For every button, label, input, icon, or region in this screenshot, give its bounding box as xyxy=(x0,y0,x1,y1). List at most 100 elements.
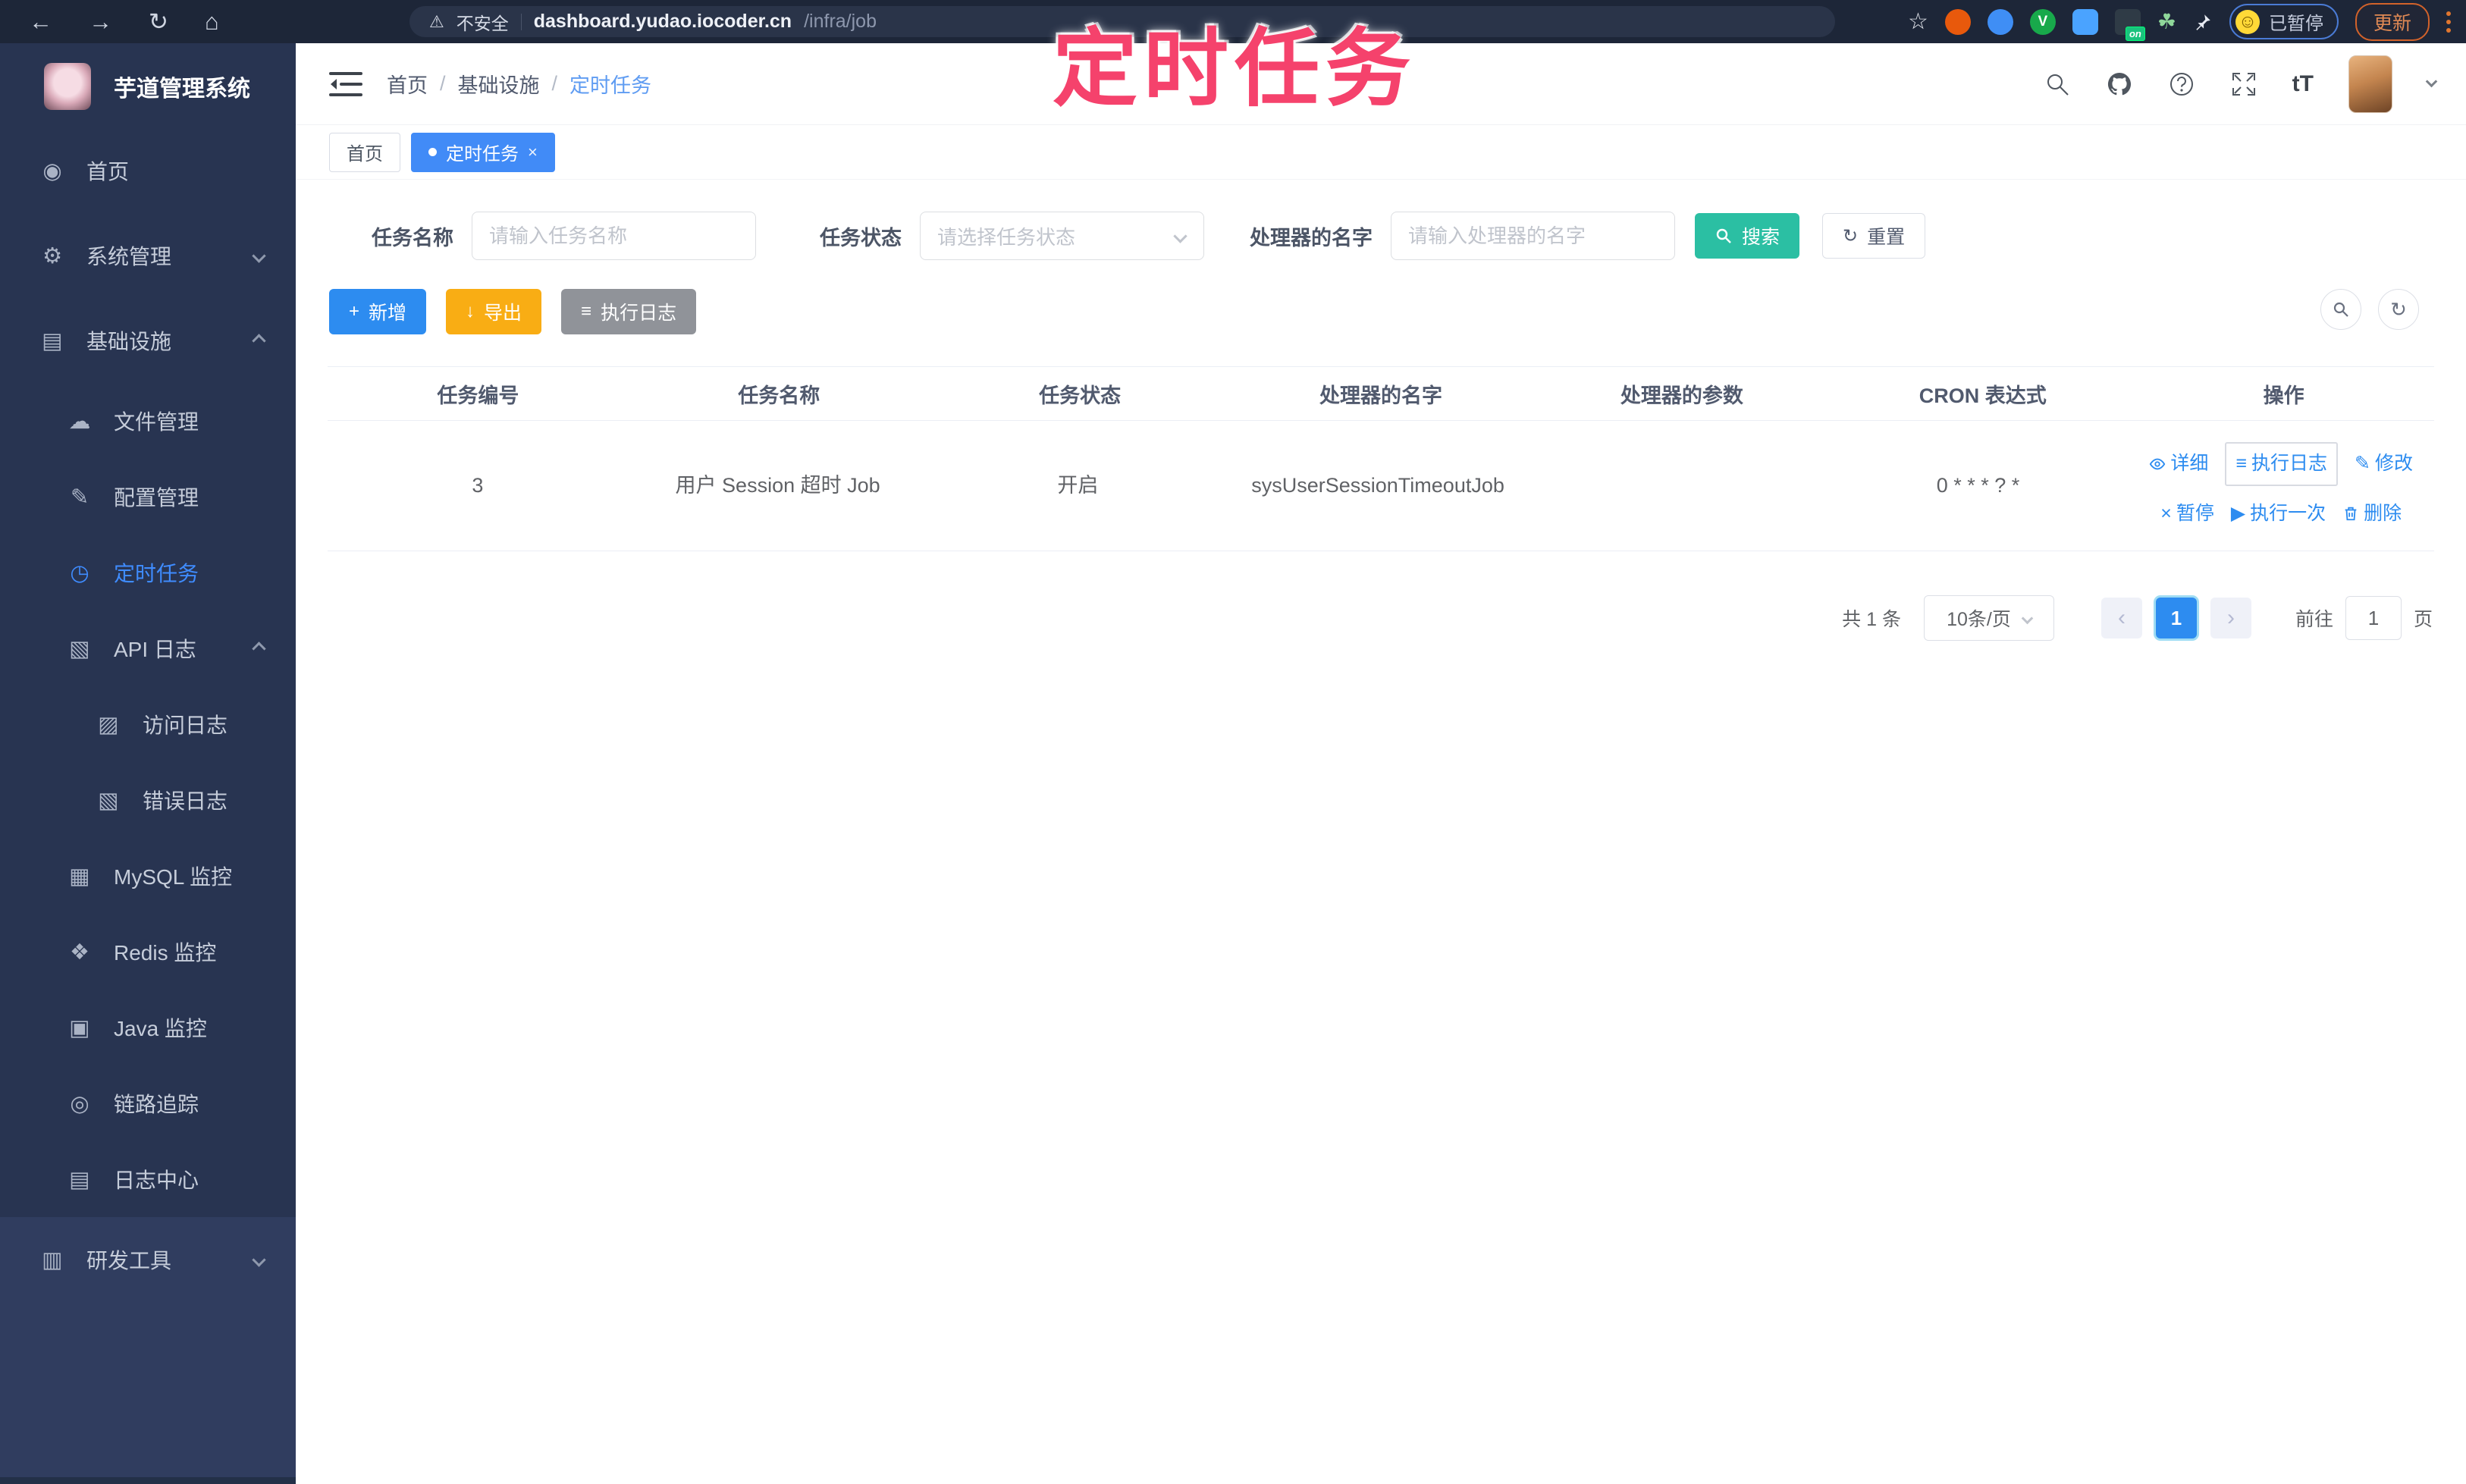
avatar-caret-icon[interactable] xyxy=(2425,75,2438,88)
exec-log-button[interactable]: ≡ 执行日志 xyxy=(561,289,697,334)
op-label: 暂停 xyxy=(2176,502,2214,524)
sidebar-item-label: 定时任务 xyxy=(114,562,199,585)
chevron-up-icon xyxy=(252,641,266,656)
breadcrumb-home[interactable]: 首页 xyxy=(387,69,428,99)
on-badge: on xyxy=(2125,26,2145,41)
breadcrumb-infrastructure[interactable]: 基础设施 xyxy=(458,69,540,99)
github-icon[interactable] xyxy=(2106,71,2133,98)
sidebar-item-system-mgmt[interactable]: ⚙ 系统管理 xyxy=(0,213,296,298)
handler-name-label: 处理器的名字 xyxy=(1250,226,1373,249)
browser-menu-icon[interactable] xyxy=(2446,11,2451,33)
add-button[interactable]: + 新增 xyxy=(329,289,427,334)
toggle-search-button[interactable] xyxy=(2320,289,2361,330)
update-button[interactable]: 更新 xyxy=(2355,2,2430,41)
app-logo[interactable]: 芋道管理系统 xyxy=(0,43,296,110)
exec-log-link[interactable]: ≡ 执行日志 xyxy=(2225,442,2339,486)
sidebar-item-log-center[interactable]: ▤ 日志中心 xyxy=(0,1141,296,1217)
handler-name-input[interactable] xyxy=(1391,212,1675,260)
active-dot-icon xyxy=(428,148,437,156)
col-cron: CRON 表达式 xyxy=(1919,384,2047,407)
op-label: 详细 xyxy=(2170,453,2209,475)
chevron-down-icon xyxy=(2021,612,2034,624)
user-avatar[interactable] xyxy=(2348,55,2392,113)
extension-orange-icon[interactable] xyxy=(1944,8,1971,35)
fullscreen-icon[interactable] xyxy=(2230,71,2257,98)
task-name-label: 任务名称 xyxy=(372,226,453,249)
sidebar-item-scheduled-tasks[interactable]: ◷ 定时任务 xyxy=(0,535,296,610)
page-unit-label: 页 xyxy=(2413,609,2433,630)
task-status-select[interactable]: 请选择任务状态 xyxy=(920,212,1204,260)
export-button[interactable]: ↓ 导出 xyxy=(446,289,542,334)
refresh-table-button[interactable]: ↻ xyxy=(2378,289,2419,330)
sidebar-item-label: 文件管理 xyxy=(114,410,199,434)
profile-paused-badge[interactable]: ☺ 已暂停 xyxy=(2229,4,2339,39)
sidebar-item-access-logs[interactable]: ▨ 访问日志 xyxy=(0,686,296,762)
pin-icon[interactable] xyxy=(2193,12,2213,32)
sidebar-item-label: 基础设施 xyxy=(86,330,172,353)
extension-green-icon[interactable]: V xyxy=(2029,8,2056,35)
table-toolbar: + 新增 ↓ 导出 ≡ 执行日志 ↻ xyxy=(296,289,2466,334)
help-icon[interactable] xyxy=(2168,71,2195,98)
timer-icon: ◷ xyxy=(70,560,89,585)
sidebar-item-config-mgmt[interactable]: ✎ 配置管理 xyxy=(0,459,296,535)
edit-link[interactable]: ✎ 修改 xyxy=(2355,448,2413,479)
total-count: 共 1 条 xyxy=(1842,609,1901,630)
emoji-face-icon: ☺ xyxy=(2235,9,2260,34)
jobs-table: 任务编号 任务名称 任务状态 处理器的名字 处理器的参数 CRON 表达式 操作… xyxy=(328,366,2434,551)
forward-icon[interactable]: → xyxy=(89,0,112,43)
sidebar-item-mysql-monitor[interactable]: ▦ MySQL 监控 xyxy=(0,838,296,914)
reset-button[interactable]: ↻ 重置 xyxy=(1822,213,1926,259)
page-size-select[interactable]: 10条/页 xyxy=(1923,595,2054,641)
sidebar-item-infrastructure[interactable]: ▤ 基础设施 xyxy=(0,298,296,383)
sidebar-item-link-tracing[interactable]: ◎ 链路追踪 xyxy=(0,1065,296,1141)
page-1-button[interactable]: 1 xyxy=(2155,598,2197,638)
sidebar: 芋道管理系统 ◉ 首页 ⚙ 系统管理 ▤ 基础设施 ☁ 文件管理 ✎ 配置管理 … xyxy=(0,43,296,1484)
font-size-icon[interactable]: tT xyxy=(2292,71,2314,97)
close-icon[interactable]: × xyxy=(528,143,538,162)
sidebar-item-label: 链路追踪 xyxy=(114,1093,199,1116)
extension-switch-icon[interactable]: on xyxy=(2114,8,2145,41)
toolbar-right-actions: ↻ xyxy=(2320,289,2419,330)
sidebar-item-java-monitor[interactable]: ▣ Java 监控 xyxy=(0,990,296,1065)
bookmark-star-icon[interactable]: ☆ xyxy=(1908,8,1928,35)
goto-page-input[interactable] xyxy=(2345,596,2402,640)
breadcrumb-separator: / xyxy=(440,72,446,95)
next-page-button[interactable]: › xyxy=(2210,598,2251,638)
task-name-input[interactable] xyxy=(472,212,756,260)
sidebar-item-dev-tools[interactable]: ▥ 研发工具 xyxy=(0,1217,296,1302)
sidebar-item-file-mgmt[interactable]: ☁ 文件管理 xyxy=(0,383,296,459)
extensions-area: ☆ V on ☘ ☺ 已暂停 更新 xyxy=(1908,0,2455,43)
chevron-down-icon xyxy=(1173,228,1188,243)
tab-scheduled-tasks[interactable]: 定时任务 × xyxy=(411,132,555,172)
sidebar-item-redis-monitor[interactable]: ❖ Redis 监控 xyxy=(0,914,296,990)
url-path: /infra/job xyxy=(804,11,877,32)
search-icon[interactable] xyxy=(2044,71,2071,98)
home-icon[interactable]: ⌂ xyxy=(205,0,219,43)
search-icon xyxy=(2333,302,2348,317)
delete-link[interactable]: 删除 xyxy=(2342,498,2402,529)
run-once-link[interactable]: ▶ 执行一次 xyxy=(2231,498,2326,529)
extension-leaf-icon[interactable]: ☘ xyxy=(2157,9,2176,34)
sidebar-item-home[interactable]: ◉ 首页 xyxy=(0,128,296,213)
prev-page-button[interactable]: ‹ xyxy=(2100,598,2142,638)
add-button-label: 新增 xyxy=(369,303,407,324)
breadcrumb: 首页 / 基础设施 / 定时任务 xyxy=(387,69,651,99)
extension-translate-icon[interactable] xyxy=(2072,8,2098,35)
search-button-label: 搜索 xyxy=(1742,227,1780,248)
sidebar-item-label: 错误日志 xyxy=(143,789,228,813)
tab-home[interactable]: 首页 xyxy=(329,132,400,172)
reload-icon[interactable]: ↻ xyxy=(149,0,168,43)
search-button[interactable]: 搜索 xyxy=(1695,213,1800,259)
security-label[interactable]: 不安全 xyxy=(456,9,509,35)
exec-log-button-label: 执行日志 xyxy=(601,303,677,324)
export-button-label: 导出 xyxy=(484,303,522,324)
pause-link[interactable]: × 暂停 xyxy=(2160,498,2214,529)
detail-link[interactable]: 详细 xyxy=(2149,448,2208,479)
sidebar-item-api-logs[interactable]: ▧ API 日志 xyxy=(0,610,296,686)
sidebar-item-error-logs[interactable]: ▧ 错误日志 xyxy=(0,762,296,838)
chevron-down-icon xyxy=(252,1252,266,1267)
back-icon[interactable]: ← xyxy=(29,0,52,43)
menu-fold-icon[interactable] xyxy=(329,71,362,98)
task-status-label: 任务状态 xyxy=(820,226,902,249)
extension-blue-icon[interactable] xyxy=(1987,8,2013,35)
